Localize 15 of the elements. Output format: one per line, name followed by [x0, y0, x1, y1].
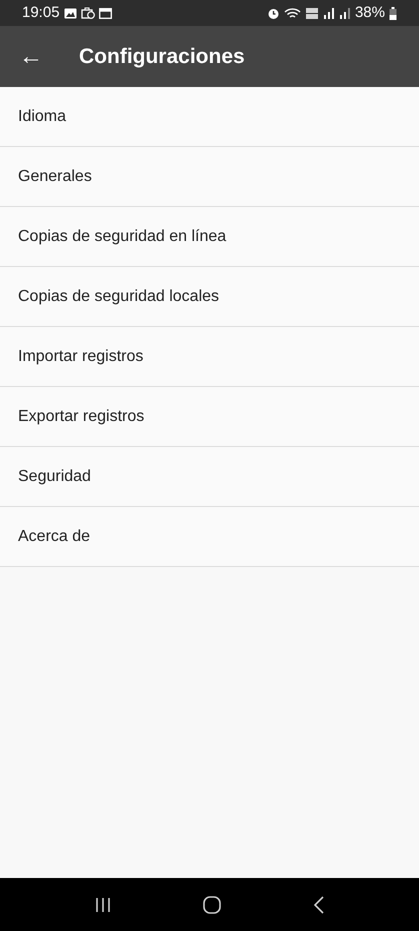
signal-icon: [338, 7, 351, 19]
wifi-icon: [284, 6, 301, 20]
window-icon: [98, 8, 112, 18]
briefcase-clock-icon: [80, 7, 95, 19]
screen-title: Configuraciones: [79, 44, 245, 70]
back-button[interactable]: ←: [18, 44, 44, 68]
signal-icon: [322, 7, 335, 19]
image-icon: [64, 8, 77, 18]
status-time: 19:05: [22, 2, 60, 23]
back-nav-button[interactable]: [313, 896, 326, 914]
battery-percent: 38%: [354, 2, 385, 23]
battery-icon: [389, 6, 397, 20]
home-button[interactable]: [203, 896, 222, 914]
recents-button[interactable]: [94, 896, 112, 912]
alarm-icon: [266, 6, 280, 20]
